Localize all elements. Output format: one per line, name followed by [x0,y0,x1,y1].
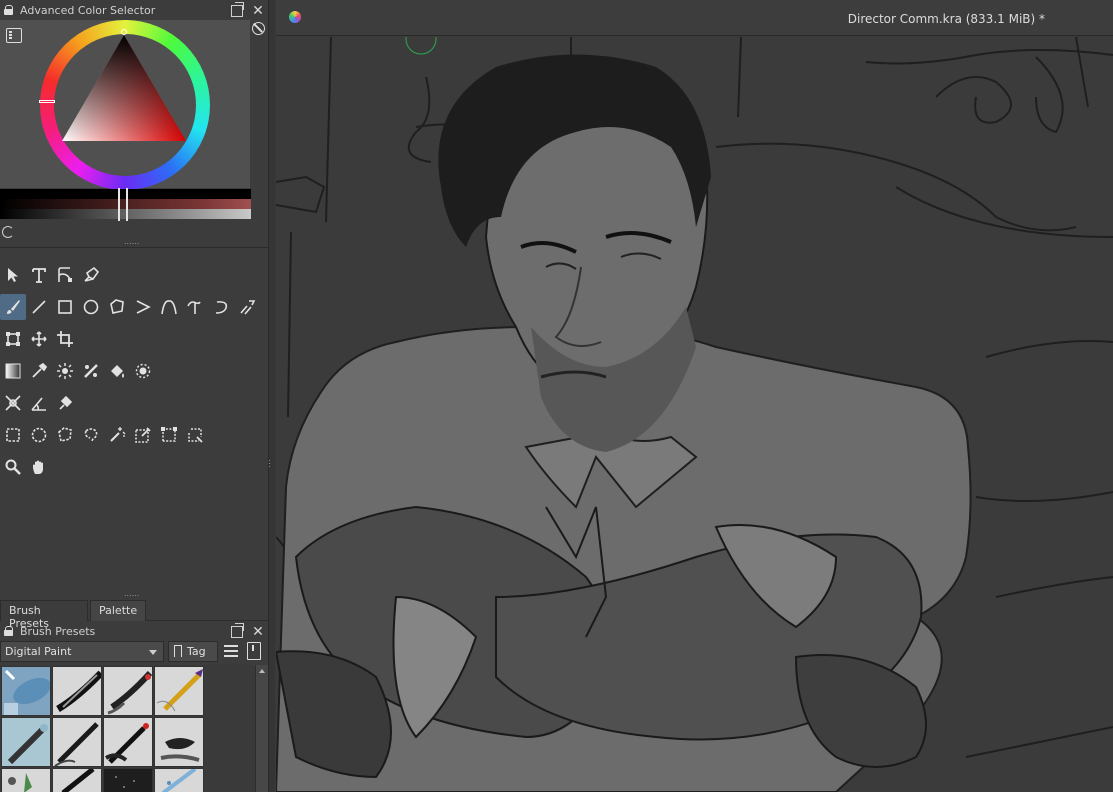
similar-select-tool[interactable] [130,422,156,448]
tag-button[interactable]: Tag [168,641,218,662]
brush-filter-dropdown[interactable]: Digital Paint [0,641,164,662]
polygon-tool[interactable] [104,294,130,320]
enclose-fill-tool[interactable] [130,358,156,384]
brush-preset-tile[interactable] [52,717,102,767]
brush-preset-tile[interactable] [103,768,153,792]
brush-preset-tile[interactable] [52,666,102,716]
polyline-tool[interactable] [130,294,156,320]
brush-preset-grid [0,665,258,792]
drawing-canvas[interactable] [276,37,1113,792]
close-icon[interactable]: ✕ [252,625,264,639]
bezier-tool[interactable] [156,294,182,320]
brush-preset-tile[interactable] [154,717,204,767]
toolbox-row [0,326,78,352]
select-shapes-tool[interactable] [0,262,26,288]
pan-tool[interactable] [26,454,52,480]
freehand-select-tool[interactable] [78,422,104,448]
transform-tool[interactable] [0,326,26,352]
bookmark-icon [174,645,182,657]
brush-preset-tile[interactable] [154,768,204,792]
hide-docker-icon[interactable] [252,22,265,35]
brush-preset-tile[interactable] [103,717,153,767]
bezier-select-tool[interactable] [156,422,182,448]
text-tool[interactable] [26,262,52,288]
brush-preset-toolbar: Digital Paint Tag [0,641,268,663]
magnetic-select-tool[interactable] [182,422,208,448]
brush-preset-tile[interactable] [1,768,51,792]
splitter-handle[interactable]: ...... [124,238,139,246]
ellipse-select-tool[interactable] [26,422,52,448]
lock-icon[interactable] [4,626,14,636]
brush-presets-title-bar: Brush Presets [0,621,268,641]
brush-preset-tile[interactable] [1,717,51,767]
slider-cursor[interactable] [118,188,128,221]
import-resource-icon[interactable] [247,642,261,660]
docker-tab-bar: Brush Presets Palette [0,600,268,630]
document-name: Director Comm.kra (833.1 MiB) * [847,12,1045,26]
rect-select-tool[interactable] [0,422,26,448]
measure-tool[interactable] [26,390,52,416]
gradient-tool[interactable] [0,358,26,384]
brush-filter-value: Digital Paint [5,645,72,658]
splitter-handle[interactable]: ...... [124,590,139,598]
toolbox-row [0,262,104,288]
toolbox-row [0,294,260,320]
brush-preset-tile[interactable] [154,666,204,716]
rectangle-tool[interactable] [52,294,78,320]
refresh-icon[interactable] [2,226,14,238]
preset-scrollbar[interactable] [255,665,268,792]
brush-preset-tile[interactable] [52,768,102,792]
toolbox-row [0,358,156,384]
polygon-select-tool[interactable] [52,422,78,448]
close-icon[interactable]: ✕ [252,4,264,18]
color-sampler-tool[interactable] [26,358,52,384]
document-title-bar: Director Comm.kra (833.1 MiB) * [276,0,1113,36]
hue-marker[interactable] [121,29,127,35]
toolbox-row [0,422,208,448]
smart-patch-tool[interactable] [78,358,104,384]
float-docker-icon[interactable] [231,2,244,17]
move-tool[interactable] [26,326,52,352]
calligraphy-tool[interactable] [78,262,104,288]
artwork [276,37,1113,792]
brush-preset-tile[interactable] [1,666,51,716]
lock-icon[interactable] [4,5,14,15]
toolbox-row [0,390,78,416]
dock-splitter[interactable]: :: [268,0,275,792]
freehand-path-tool[interactable] [182,294,208,320]
colorize-mask-tool[interactable] [52,358,78,384]
hue-indicator [39,100,55,103]
dynamic-brush-tool[interactable] [208,294,234,320]
assistant-tool[interactable] [0,390,26,416]
tab-brush-presets[interactable]: Brush Presets [0,600,88,630]
reference-images-tool[interactable] [52,390,78,416]
brush-presets-title: Brush Presets [20,624,96,638]
ellipse-tool[interactable] [78,294,104,320]
float-docker-icon[interactable] [231,623,244,638]
hamburger-menu-icon[interactable] [224,645,238,657]
tab-palette[interactable]: Palette [90,600,146,621]
divider [0,247,268,248]
edit-shapes-tool[interactable] [52,262,78,288]
tag-label: Tag [187,645,206,658]
left-dock: Advanced Color Selector ✕ ...... ...... … [0,0,270,792]
selector-settings-icon[interactable] [6,28,22,43]
zoom-tool[interactable] [0,454,26,480]
line-tool[interactable] [26,294,52,320]
multibrush-tool[interactable] [234,294,260,320]
color-selector-title: Advanced Color Selector [20,3,156,17]
freehand-brush-tool[interactable] [0,294,26,320]
krita-document-icon [289,11,301,23]
fill-tool[interactable] [104,358,130,384]
contiguous-select-tool[interactable] [104,422,130,448]
toolbox-row [0,454,52,480]
splitter-handle[interactable]: :: [268,458,271,469]
crop-tool[interactable] [52,326,78,352]
color-selector-title-bar: Advanced Color Selector [0,0,268,20]
brush-preset-tile[interactable] [103,666,153,716]
